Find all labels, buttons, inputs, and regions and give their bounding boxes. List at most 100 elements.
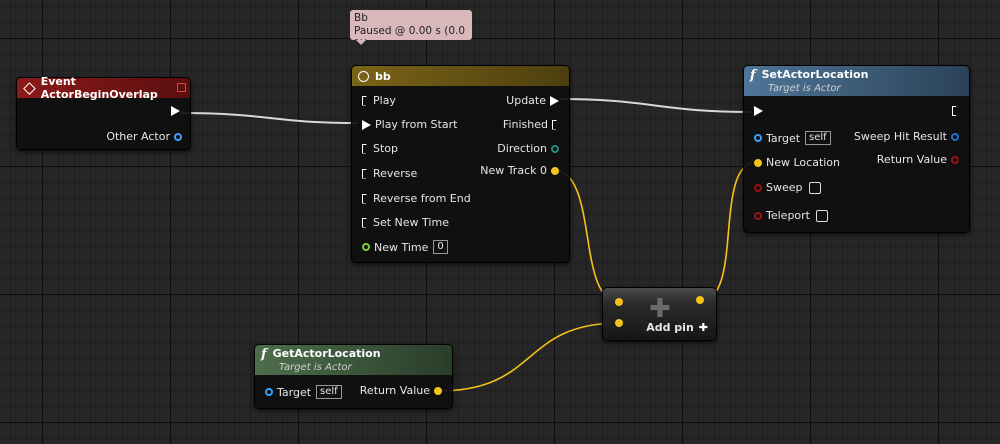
- sweep-hit-result-pin[interactable]: Sweep Hit Result: [854, 130, 963, 143]
- add-input-b-pin[interactable]: [611, 319, 627, 327]
- finished-pin[interactable]: Finished: [503, 118, 563, 131]
- play-label: Play: [373, 94, 396, 107]
- bool-pin-icon: [951, 155, 959, 164]
- exec-out-icon: [171, 106, 180, 116]
- get-location-target-pin[interactable]: Target self: [261, 385, 342, 399]
- other-actor-pin[interactable]: Other Actor: [106, 130, 186, 143]
- set-new-time-pin[interactable]: Set New Time: [358, 216, 449, 229]
- exec-out-icon: [952, 106, 959, 116]
- teleport-label: Teleport: [766, 209, 810, 222]
- get-target-label: Target: [277, 385, 312, 399]
- get-return-value-pin[interactable]: Return Value: [360, 384, 446, 397]
- add-pin-label: Add pin: [646, 321, 694, 334]
- event-exec-out-pin[interactable]: [167, 106, 184, 116]
- get-actor-location-node[interactable]: f GetActorLocation Target is Actor Targe…: [254, 344, 453, 409]
- new-time-label: New Time: [374, 240, 429, 254]
- exec-out-icon: [552, 119, 559, 130]
- vector-pin-icon: [615, 298, 623, 306]
- new-track-0-pin[interactable]: New Track 0: [480, 164, 563, 177]
- get-location-node-header[interactable]: f GetActorLocation Target is Actor: [255, 345, 452, 375]
- bool-pin-icon: [754, 211, 762, 220]
- new-time-pin[interactable]: New Time 0: [358, 240, 448, 254]
- exec-in-icon: [362, 95, 369, 106]
- set-location-node-header[interactable]: f SetActorLocation Target is Actor: [744, 66, 969, 96]
- object-pin-icon: [265, 388, 273, 396]
- object-pin-icon: [754, 134, 762, 142]
- play-from-start-label: Play from Start: [375, 118, 458, 131]
- event-node-header[interactable]: Event ActorBeginOverlap: [17, 75, 190, 101]
- teleport-checkbox[interactable]: [816, 209, 828, 222]
- set-location-exec-out-pin[interactable]: [948, 106, 963, 116]
- vector-add-node[interactable]: ✚ Add pin ✚: [602, 287, 717, 341]
- event-node-title: Event ActorBeginOverlap: [40, 75, 158, 101]
- timeline-node-title: bb: [375, 69, 391, 83]
- exec-in-icon: [362, 193, 369, 204]
- plus-icon: ✚: [698, 321, 708, 334]
- new-time-value-field[interactable]: 0: [433, 240, 448, 254]
- enum-pin-icon: [551, 144, 559, 153]
- direction-pin[interactable]: Direction: [497, 142, 563, 155]
- timeline-node-bb[interactable]: bb Play Play from Start Stop Reverse Rev…: [351, 65, 570, 263]
- vector-pin-icon: [551, 166, 559, 175]
- stop-label: Stop: [373, 142, 399, 155]
- event-actorbeginoverlap-node[interactable]: Event ActorBeginOverlap Other Actor: [16, 75, 191, 150]
- play-from-start-pin[interactable]: Play from Start: [358, 118, 457, 131]
- set-location-node-title: SetActorLocation: [761, 68, 869, 81]
- function-icon: f: [261, 347, 267, 362]
- get-return-value-label: Return Value: [359, 384, 430, 397]
- sweep-pin[interactable]: Sweep: [750, 181, 821, 194]
- finished-label: Finished: [502, 118, 548, 131]
- reverse-from-end-label: Reverse from End: [373, 192, 471, 205]
- event-diamond-icon: [23, 81, 36, 95]
- debug-bubble: Bb Paused @ 0.00 s (0.0 %): [350, 10, 472, 50]
- get-target-self-field[interactable]: self: [316, 385, 342, 399]
- direction-label: Direction: [497, 142, 547, 155]
- debug-bubble-title: Bb: [354, 12, 368, 24]
- teleport-pin[interactable]: Teleport: [750, 209, 828, 222]
- bool-pin-icon: [754, 183, 762, 192]
- add-output-pin[interactable]: [692, 296, 708, 304]
- sweep-hit-result-label: Sweep Hit Result: [853, 130, 947, 143]
- debug-bubble-status: Paused @ 0.00 s (0.0 %): [354, 25, 466, 50]
- set-new-time-label: Set New Time: [373, 216, 449, 229]
- add-input-a-pin[interactable]: [611, 298, 627, 306]
- object-pin-icon: [174, 132, 182, 141]
- clock-icon: [358, 70, 369, 82]
- delegate-pin-icon[interactable]: [177, 83, 186, 92]
- vector-pin-icon: [434, 386, 442, 395]
- new-track-0-label: New Track 0: [480, 164, 547, 177]
- function-icon: f: [750, 68, 756, 83]
- exec-in-connected-icon: [754, 106, 763, 116]
- exec-in-icon: [362, 168, 369, 179]
- play-pin[interactable]: Play: [358, 94, 396, 107]
- set-actor-location-node[interactable]: f SetActorLocation Target is Actor Targe…: [743, 65, 970, 233]
- update-pin[interactable]: Update: [506, 94, 563, 107]
- exec-in-icon: [362, 143, 369, 154]
- float-pin-icon: [362, 243, 370, 251]
- vector-pin-icon: [696, 296, 704, 304]
- add-operator-icon: ✚: [649, 294, 671, 324]
- exec-in-icon: [362, 217, 369, 228]
- reverse-pin[interactable]: Reverse: [358, 167, 417, 180]
- set-location-subtitle: Target is Actor: [768, 83, 841, 94]
- vector-pin-icon: [754, 158, 762, 167]
- reverse-from-end-pin[interactable]: Reverse from End: [358, 192, 471, 205]
- timeline-node-header[interactable]: bb: [352, 66, 569, 86]
- reverse-label: Reverse: [373, 167, 418, 180]
- add-pin-button[interactable]: Add pin ✚: [646, 321, 708, 334]
- sweep-checkbox[interactable]: [808, 181, 821, 194]
- return-value-label: Return Value: [876, 153, 947, 166]
- new-location-pin[interactable]: New Location: [750, 156, 840, 169]
- return-value-pin[interactable]: Return Value: [877, 153, 963, 166]
- other-actor-label: Other Actor: [106, 130, 170, 143]
- set-location-target-pin[interactable]: Target self: [750, 131, 831, 145]
- get-location-node-title: GetActorLocation: [272, 347, 381, 360]
- target-label: Target: [766, 131, 801, 145]
- stop-pin[interactable]: Stop: [358, 142, 398, 155]
- exec-in-connected-icon: [362, 119, 371, 130]
- get-location-subtitle: Target is Actor: [279, 362, 352, 373]
- target-self-field[interactable]: self: [805, 131, 831, 145]
- set-location-exec-in-pin[interactable]: [750, 106, 767, 116]
- update-label: Update: [506, 94, 546, 107]
- exec-out-connected-icon: [550, 95, 559, 106]
